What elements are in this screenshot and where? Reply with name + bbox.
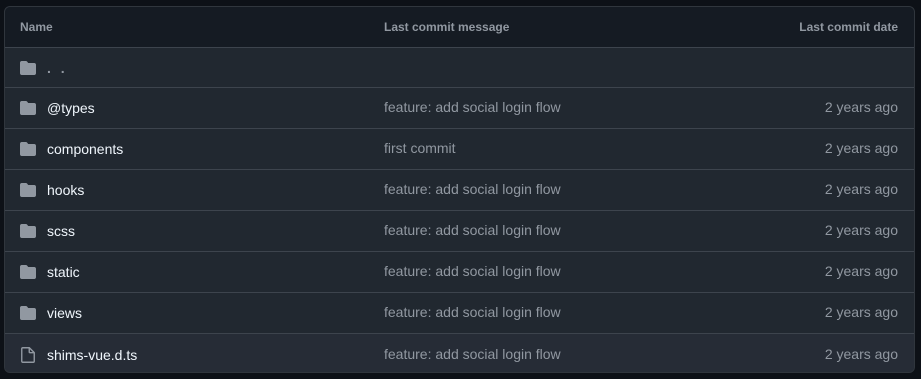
name-cell: scss [5, 223, 384, 239]
date-cell: 2 years ago [714, 263, 914, 281]
header-message-cell: Last commit message [384, 18, 714, 36]
commit-date: 2 years ago [824, 99, 898, 115]
folder-icon [20, 141, 36, 157]
table-row[interactable]: views feature: add social login flow 2 y… [5, 292, 914, 333]
table-row[interactable]: scss feature: add social login flow 2 ye… [5, 210, 914, 251]
commit-message-link[interactable]: feature: add social login flow [384, 181, 561, 197]
message-cell: feature: add social login flow [384, 181, 714, 199]
file-name-link[interactable]: components [47, 141, 123, 157]
commit-date: 2 years ago [824, 345, 898, 362]
commit-message-link[interactable]: first commit [384, 140, 456, 156]
date-cell: 2 years ago [714, 346, 914, 364]
folder-icon [20, 223, 36, 239]
header-date-cell: Last commit date [714, 18, 914, 36]
message-cell: first commit [384, 140, 714, 158]
file-name-link[interactable]: static [47, 264, 80, 280]
file-name-link[interactable]: @types [47, 100, 95, 116]
date-cell: 2 years ago [714, 99, 914, 117]
parent-name-cell: . . [5, 60, 384, 76]
commit-message-link[interactable]: feature: add social login flow [384, 99, 561, 115]
commit-date: 2 years ago [824, 140, 898, 156]
folder-icon [20, 305, 36, 321]
commit-date: 2 years ago [824, 181, 898, 197]
name-cell: views [5, 305, 384, 321]
name-cell: static [5, 264, 384, 280]
header-name: Name [20, 20, 53, 34]
commit-message-link[interactable]: feature: add social login flow [384, 304, 561, 320]
header-name-cell: Name [5, 20, 384, 34]
file-name-link[interactable]: views [47, 305, 82, 321]
folder-icon [20, 264, 36, 280]
message-cell: feature: add social login flow [384, 263, 714, 281]
name-cell: @types [5, 100, 384, 116]
commit-message-link[interactable]: feature: add social login flow [384, 263, 561, 279]
message-cell: feature: add social login flow [384, 346, 714, 364]
date-cell: 2 years ago [714, 222, 914, 240]
message-cell: feature: add social login flow [384, 304, 714, 322]
table-header: Name Last commit message Last commit dat… [5, 7, 914, 47]
commit-message-link[interactable]: feature: add social login flow [384, 346, 561, 362]
name-cell: components [5, 141, 384, 157]
folder-icon [20, 182, 36, 198]
date-cell: 2 years ago [714, 181, 914, 199]
parent-directory-row[interactable]: . . [5, 47, 914, 87]
commit-message-link[interactable]: feature: add social login flow [384, 222, 561, 238]
folder-icon [20, 60, 36, 76]
table-row[interactable]: components first commit 2 years ago [5, 128, 914, 169]
message-cell: feature: add social login flow [384, 99, 714, 117]
table-row[interactable]: static feature: add social login flow 2 … [5, 251, 914, 292]
file-icon [20, 346, 36, 363]
table-row[interactable]: hooks feature: add social login flow 2 y… [5, 169, 914, 210]
file-name-link[interactable]: scss [47, 223, 75, 239]
commit-date: 2 years ago [824, 222, 898, 238]
date-cell: 2 years ago [714, 140, 914, 158]
header-commit-date: Last commit date [799, 20, 898, 34]
name-cell: shims-vue.d.ts [5, 347, 384, 363]
folder-icon [20, 100, 36, 116]
date-cell: 2 years ago [714, 304, 914, 322]
parent-directory-link[interactable]: . . [47, 60, 68, 76]
table-row[interactable]: @types feature: add social login flow 2 … [5, 87, 914, 128]
commit-date: 2 years ago [824, 263, 898, 279]
name-cell: hooks [5, 182, 384, 198]
commit-date: 2 years ago [824, 304, 898, 320]
file-name-link[interactable]: hooks [47, 182, 84, 198]
header-commit-message: Last commit message [384, 20, 510, 34]
table-row[interactable]: shims-vue.d.ts feature: add social login… [5, 333, 914, 372]
message-cell: feature: add social login flow [384, 222, 714, 240]
file-table: Name Last commit message Last commit dat… [4, 6, 915, 373]
file-name-link[interactable]: shims-vue.d.ts [47, 347, 137, 363]
